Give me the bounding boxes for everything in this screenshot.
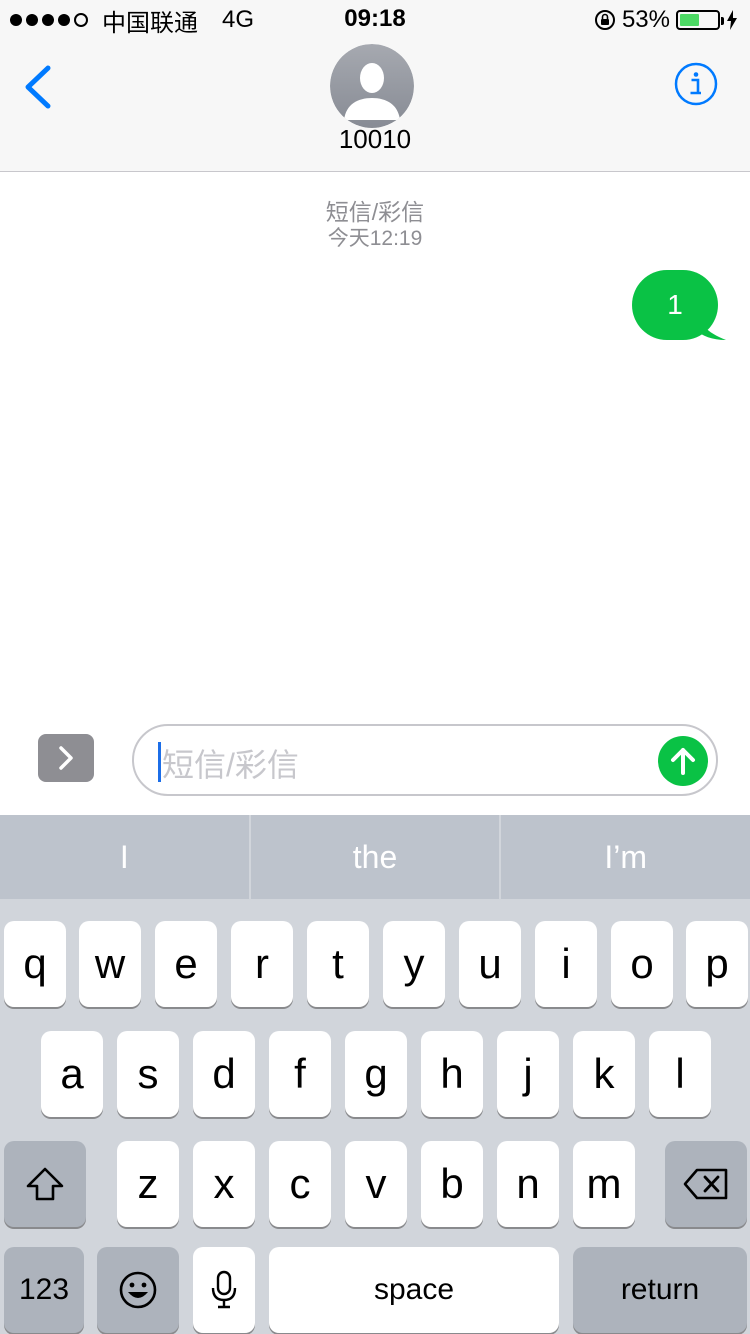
key-l[interactable]: l bbox=[649, 1031, 711, 1117]
key-p[interactable]: p bbox=[686, 921, 748, 1007]
status-right: 53% bbox=[594, 5, 738, 35]
key-g[interactable]: g bbox=[345, 1031, 407, 1117]
text-caret bbox=[158, 742, 161, 782]
info-button[interactable] bbox=[674, 62, 718, 106]
return-key[interactable]: return bbox=[573, 1247, 747, 1333]
arrow-up-icon bbox=[671, 748, 695, 775]
battery-fill bbox=[680, 14, 700, 26]
key-z[interactable]: z bbox=[117, 1141, 179, 1227]
battery-percent: 53% bbox=[621, 6, 670, 33]
key-o[interactable]: o bbox=[611, 921, 673, 1007]
send-button[interactable] bbox=[658, 736, 708, 786]
numbers-key[interactable]: 123 bbox=[4, 1247, 84, 1333]
key-i[interactable]: i bbox=[535, 921, 597, 1007]
status-bar: 中国联通 4G 09:18 53% bbox=[0, 0, 750, 40]
key-d[interactable]: d bbox=[193, 1031, 255, 1117]
microphone-icon bbox=[211, 1270, 237, 1309]
apps-expand-button[interactable] bbox=[38, 734, 94, 782]
key-e[interactable]: e bbox=[155, 921, 217, 1007]
key-h[interactable]: h bbox=[421, 1031, 483, 1117]
contact-avatar[interactable] bbox=[330, 44, 414, 128]
key-f[interactable]: f bbox=[269, 1031, 331, 1117]
message-type-label: 短信/彩信 bbox=[325, 199, 425, 225]
chevron-right-icon bbox=[59, 746, 73, 770]
orientation-lock-icon bbox=[594, 10, 615, 30]
conversation-header: 10010 bbox=[0, 40, 750, 172]
emoji-icon bbox=[119, 1271, 157, 1309]
message-timestamp: 今天12:19 bbox=[327, 227, 423, 250]
key-q[interactable]: q bbox=[4, 921, 66, 1007]
delete-key[interactable] bbox=[665, 1141, 747, 1227]
sent-message-bubble[interactable]: 1 bbox=[632, 270, 718, 340]
message-input-placeholder: 短信/彩信 bbox=[162, 747, 299, 783]
battery-icon bbox=[676, 10, 724, 30]
shift-icon bbox=[26, 1167, 64, 1201]
key-y[interactable]: y bbox=[383, 921, 445, 1007]
key-w[interactable]: w bbox=[79, 921, 141, 1007]
shift-key[interactable] bbox=[4, 1141, 86, 1227]
key-x[interactable]: x bbox=[193, 1141, 255, 1227]
thread-meta: 短信/彩信 今天12:19 bbox=[0, 198, 750, 252]
space-key[interactable]: space bbox=[269, 1247, 559, 1333]
dictation-key[interactable] bbox=[193, 1247, 255, 1333]
suggestion-item[interactable]: I’m bbox=[499, 815, 750, 899]
backspace-icon bbox=[683, 1168, 728, 1200]
back-button[interactable] bbox=[18, 62, 58, 112]
key-v[interactable]: v bbox=[345, 1141, 407, 1227]
key-s[interactable]: s bbox=[117, 1031, 179, 1117]
key-u[interactable]: u bbox=[459, 921, 521, 1007]
messages-screen: 中国联通 4G 09:18 53% 10010 短信/彩信 今天12:19 1 … bbox=[0, 0, 750, 1334]
key-m[interactable]: m bbox=[573, 1141, 635, 1227]
key-b[interactable]: b bbox=[421, 1141, 483, 1227]
key-n[interactable]: n bbox=[497, 1141, 559, 1227]
suggestion-item[interactable]: the bbox=[248, 815, 500, 899]
key-t[interactable]: t bbox=[307, 921, 369, 1007]
contact-name[interactable]: 10010 bbox=[0, 124, 750, 155]
suggestion-item[interactable]: I bbox=[0, 815, 249, 899]
key-j[interactable]: j bbox=[497, 1031, 559, 1117]
charging-bolt-icon bbox=[727, 10, 737, 30]
quicktype-bar: I the I’m bbox=[0, 815, 750, 899]
key-c[interactable]: c bbox=[269, 1141, 331, 1227]
key-r[interactable]: r bbox=[231, 921, 293, 1007]
message-input[interactable]: 短信/彩信 bbox=[132, 724, 718, 796]
emoji-key[interactable] bbox=[97, 1247, 179, 1333]
key-k[interactable]: k bbox=[573, 1031, 635, 1117]
keyboard: I the I’m q w e r t y u i o p a s d f g … bbox=[0, 815, 750, 1334]
key-a[interactable]: a bbox=[41, 1031, 103, 1117]
